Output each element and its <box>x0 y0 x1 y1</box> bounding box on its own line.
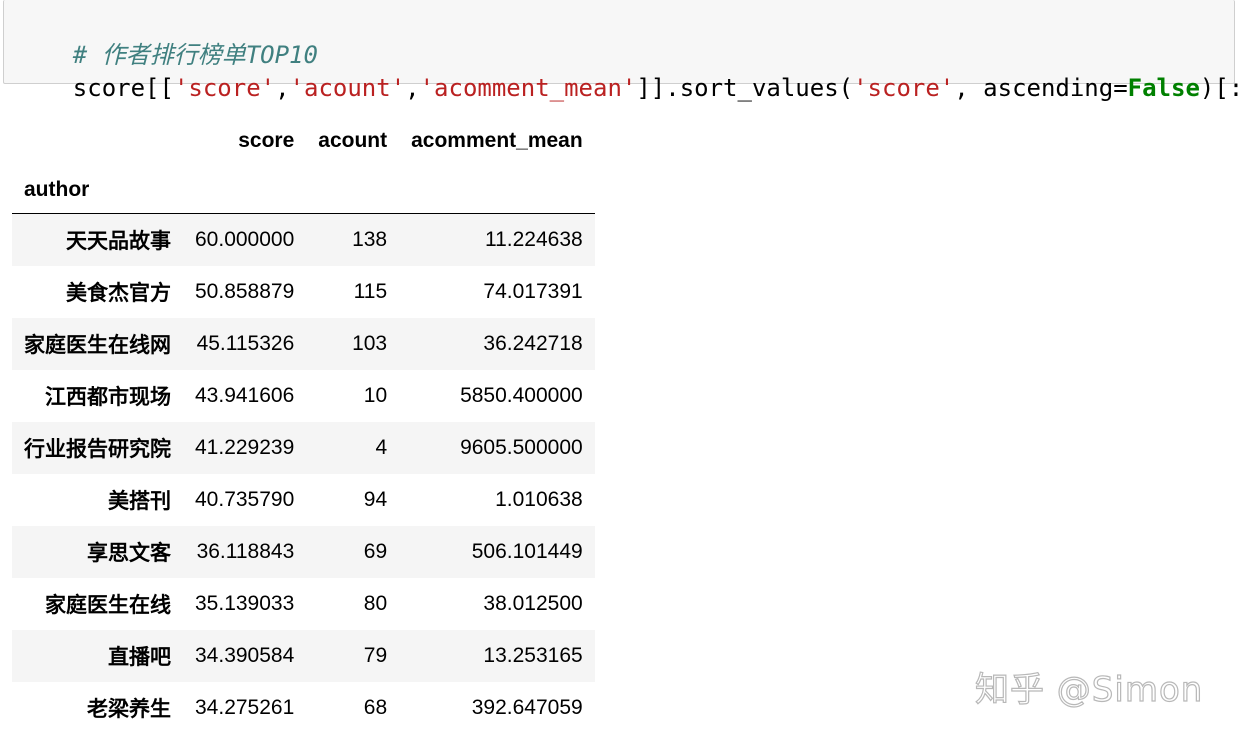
dataframe-output: score acount acomment_mean author 天天品故事 … <box>12 116 595 734</box>
cell-acount: 10 <box>363 383 388 407</box>
code-token: ]].sort_values( <box>636 74 854 102</box>
table-row: 江西都市现场 43.941606 10 5850.400000 <box>12 370 595 422</box>
row-author: 直播吧 <box>108 644 171 669</box>
table-row: 家庭医生在线网 45.115326 103 36.242718 <box>12 317 595 370</box>
cell-score: 34.275261 <box>195 695 295 719</box>
cell-acomment-mean: 506.101449 <box>471 539 583 563</box>
cell-acount: 138 <box>352 227 388 251</box>
cell-acount: 79 <box>363 643 388 667</box>
dataframe-table: score acount acomment_mean author 天天品故事 … <box>12 116 595 734</box>
cell-score: 50.858879 <box>195 279 295 303</box>
code-token: 'acount' <box>289 74 406 102</box>
table-row: 行业报告研究院 41.229239 4 9605.500000 <box>12 421 595 474</box>
index-name: author <box>24 177 90 201</box>
watermark: 知乎 @Simon <box>974 669 1204 710</box>
row-author: 江西都市现场 <box>45 384 171 409</box>
cell-acomment-mean: 9605.500000 <box>460 435 583 459</box>
header-blank <box>183 166 306 214</box>
cell-acount: 4 <box>375 435 388 459</box>
cell-acomment-mean: 38.012500 <box>483 591 583 615</box>
column-header-acomment-mean: acomment_mean <box>411 129 583 152</box>
column-header-score: score <box>238 129 295 152</box>
cell-acount: 103 <box>352 331 388 355</box>
row-author: 行业报告研究院 <box>24 436 171 461</box>
code-token: )[: <box>1199 74 1238 102</box>
code-token: False <box>1127 74 1200 102</box>
header-blank <box>306 166 399 214</box>
row-author: 美搭刊 <box>108 488 171 513</box>
cell-score: 40.735790 <box>195 487 295 511</box>
cell-acomment-mean: 392.647059 <box>471 695 583 719</box>
code-token: , ascending= <box>954 74 1128 102</box>
row-author: 享思文客 <box>87 540 171 565</box>
table-row: 美食杰官方 50.858879 115 74.017391 <box>12 266 595 318</box>
cell-acomment-mean: 74.017391 <box>483 279 583 303</box>
cell-acount: 115 <box>353 279 388 303</box>
cell-acount: 80 <box>363 591 388 615</box>
cell-acomment-mean: 11.224638 <box>484 227 583 251</box>
code-token: , <box>275 74 290 102</box>
header-blank <box>399 166 595 214</box>
cell-acount: 68 <box>363 695 388 719</box>
column-header-acount: acount <box>318 129 388 152</box>
table-row: 老梁养生 34.275261 68 392.647059 <box>12 682 595 734</box>
cell-score: 41.229239 <box>195 435 295 459</box>
cell-acount: 94 <box>363 487 388 511</box>
index-header-row: author <box>12 166 595 214</box>
row-author: 家庭医生在线 <box>45 592 171 617</box>
table-row: 天天品故事 60.000000 138 11.224638 <box>12 213 595 266</box>
table-row: 家庭医生在线 35.139033 80 38.012500 <box>12 578 595 630</box>
table-row: 美搭刊 40.735790 94 1.010638 <box>12 474 595 526</box>
cell-score: 60.000000 <box>195 227 295 251</box>
table-row: 直播吧 34.390584 79 13.253165 <box>12 629 595 682</box>
header-blank <box>12 116 183 166</box>
code-token: score[[ <box>72 74 174 102</box>
cell-score: 35.139033 <box>195 591 295 615</box>
row-author: 家庭医生在线网 <box>24 332 171 357</box>
cell-acomment-mean: 1.010638 <box>495 487 583 511</box>
row-author: 老梁养生 <box>87 696 171 721</box>
code-token: 'score' <box>853 74 955 102</box>
row-author: 美食杰官方 <box>66 280 171 305</box>
cell-score: 45.115326 <box>196 331 295 355</box>
cell-acomment-mean: 13.253165 <box>483 643 583 667</box>
row-author: 天天品故事 <box>66 228 171 253</box>
code-token: 'score' <box>173 74 276 102</box>
code-token: , <box>405 74 420 102</box>
column-header-row: score acount acomment_mean <box>12 116 595 166</box>
code-cell[interactable]: # 作者排行榜单TOP10 score[['score','acount','a… <box>3 0 1238 102</box>
table-row: 享思文客 36.118843 69 506.101449 <box>12 525 595 578</box>
cell-score: 34.390584 <box>195 643 295 667</box>
code-token: 'acomment_mean' <box>419 74 637 102</box>
cell-score: 43.941606 <box>195 383 295 407</box>
cell-acomment-mean: 36.242718 <box>483 331 583 355</box>
cell-score: 36.118843 <box>196 539 295 563</box>
cell-acomment-mean: 5850.400000 <box>460 383 583 407</box>
cell-acount: 69 <box>363 539 388 563</box>
